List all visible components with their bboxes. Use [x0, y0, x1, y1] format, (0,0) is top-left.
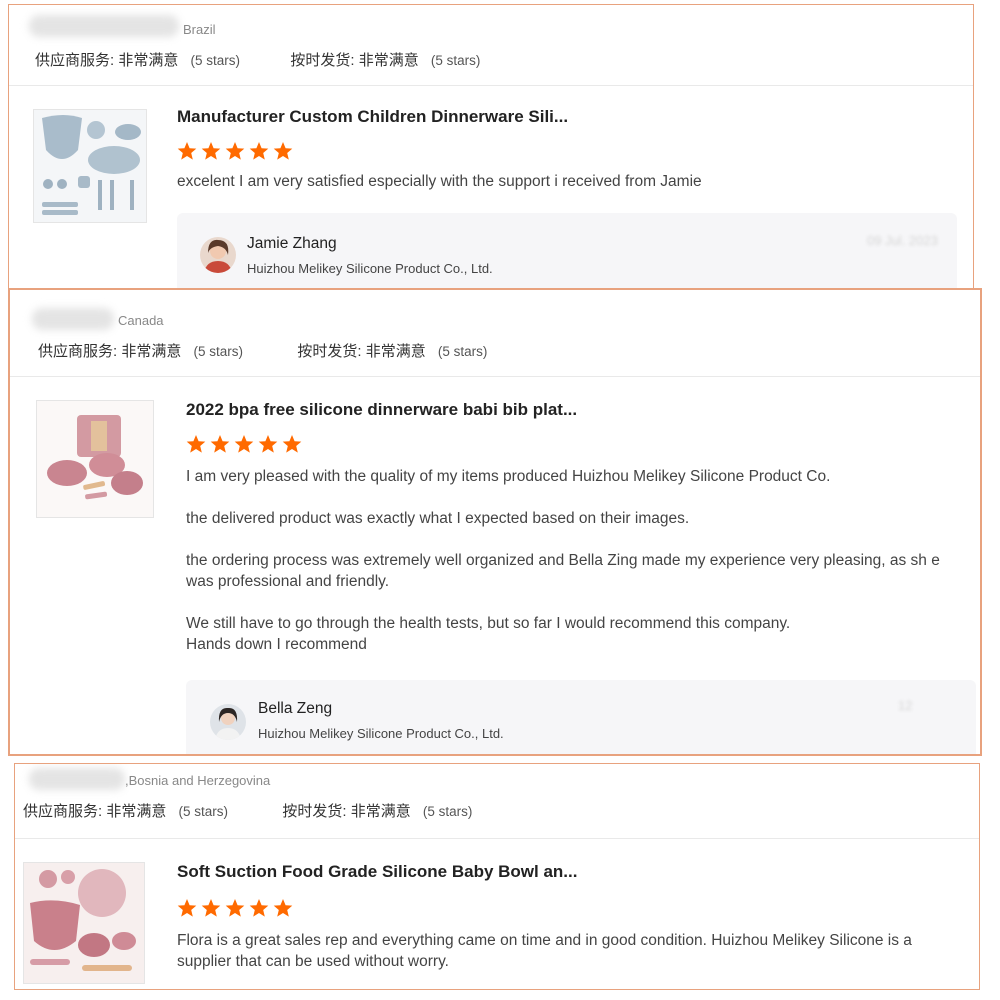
supplier-reply: Jamie Zhang Huizhou Melikey Silicone Pro…: [177, 213, 957, 289]
product-title[interactable]: Manufacturer Custom Children Dinnerware …: [177, 107, 568, 127]
reply-author-name: Jamie Zhang: [247, 235, 337, 252]
product-thumbnail[interactable]: [23, 862, 145, 984]
supplier-reply: Bella Zeng Huizhou Melikey Silicone Prod…: [186, 680, 976, 754]
star-icon: [177, 142, 197, 160]
divider: [15, 838, 979, 839]
divider: [9, 85, 973, 86]
review-text: excelent I am very satisfied especially …: [177, 173, 702, 190]
redacted-buyer-name: [29, 768, 125, 790]
redacted-buyer-name: [29, 15, 179, 37]
avatar: [210, 704, 246, 740]
star-rating: [177, 141, 293, 161]
buyer-country: ,Bosnia and Herzegovina: [125, 773, 271, 788]
star-icon: [201, 899, 221, 917]
star-icon: [249, 142, 269, 160]
star-icon: [186, 435, 206, 453]
review-text: I am very pleased with the quality of my…: [186, 468, 940, 653]
product-thumbnail[interactable]: [33, 109, 147, 223]
product-title[interactable]: Soft Suction Food Grade Silicone Baby Bo…: [177, 862, 577, 882]
star-rating: [186, 434, 302, 454]
review-card: Canada 供应商服务: 非常满意 (5 stars) 按时发货: 非常满意 …: [8, 288, 982, 756]
star-icon: [282, 435, 302, 453]
star-icon: [273, 142, 293, 160]
reply-company: Huizhou Melikey Silicone Product Co., Lt…: [258, 726, 504, 741]
avatar: [200, 237, 236, 273]
review-text: Flora is a great sales rep and everythin…: [177, 932, 912, 970]
buyer-country: Canada: [118, 313, 164, 328]
star-icon: [201, 142, 221, 160]
rating-summary: 供应商服务: 非常满意 (5 stars) 按时发货: 非常满意 (5 star…: [35, 52, 481, 69]
star-icon: [210, 435, 230, 453]
star-rating: [177, 898, 293, 918]
review-card: Brazil 供应商服务: 非常满意 (5 stars) 按时发货: 非常满意 …: [8, 4, 974, 290]
redacted-buyer-name: [32, 308, 114, 330]
star-icon: [273, 899, 293, 917]
star-icon: [234, 435, 254, 453]
star-icon: [258, 435, 278, 453]
reply-date: 12: [898, 698, 913, 713]
review-card: ,Bosnia and Herzegovina 供应商服务: 非常满意 (5 s…: [14, 763, 980, 990]
divider: [10, 376, 980, 377]
reply-author-name: Bella Zeng: [258, 700, 333, 717]
buyer-country: Brazil: [183, 22, 216, 37]
rating-summary: 供应商服务: 非常满意 (5 stars) 按时发货: 非常满意 (5 star…: [23, 803, 473, 820]
product-thumbnail[interactable]: [36, 400, 154, 518]
star-icon: [225, 142, 245, 160]
reply-date: 09 Jul. 2023: [867, 233, 938, 248]
rating-summary: 供应商服务: 非常满意 (5 stars) 按时发货: 非常满意 (5 star…: [38, 343, 488, 360]
star-icon: [249, 899, 269, 917]
star-icon: [225, 899, 245, 917]
star-icon: [177, 899, 197, 917]
reply-company: Huizhou Melikey Silicone Product Co., Lt…: [247, 261, 493, 276]
product-title[interactable]: 2022 bpa free silicone dinnerware babi b…: [186, 400, 577, 420]
